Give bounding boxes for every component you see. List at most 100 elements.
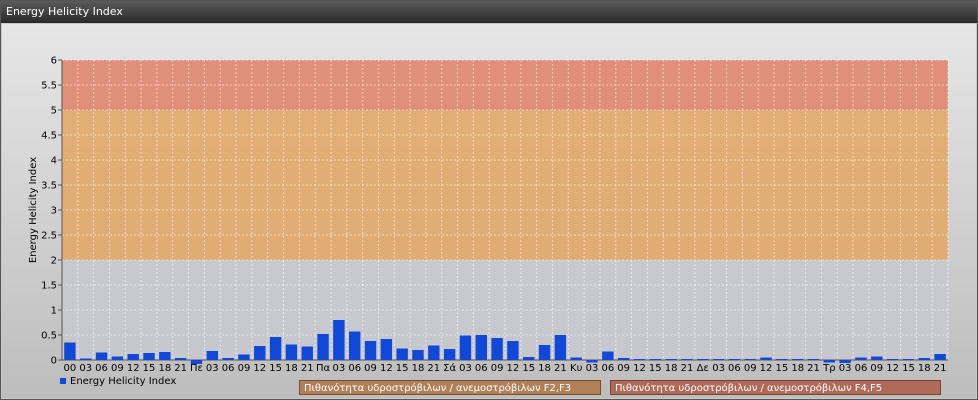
y-tick-label: 0.5 [41,331,57,342]
x-tick-label: 15 [269,363,282,374]
bar [111,356,124,360]
y-tick-label: 4 [51,156,57,167]
x-tick-label: 15 [522,363,535,374]
x-tick-label: Πε [190,363,203,374]
x-tick-label: 21 [934,363,947,374]
bar [269,337,282,360]
bar [428,345,440,360]
legend-series-label: Energy Helicity Index [70,376,177,387]
x-tick-label: 06 [601,363,614,374]
y-tick-label: 0 [51,356,57,367]
x-tick-label: 03 [333,363,346,374]
bar [459,335,472,360]
x-tick-label: 12 [127,363,140,374]
x-tick-label: 12 [380,363,393,374]
bar [617,358,630,360]
bar [523,357,535,360]
x-tick-label: 18 [791,363,804,374]
x-tick-label: 09 [238,363,251,374]
x-tick-label: 09 [111,363,124,374]
x-tick-label: 12 [760,363,773,374]
x-tick-label: 03 [712,363,725,374]
bar [475,335,487,360]
bar [681,359,693,360]
x-tick-label: 06 [728,363,741,374]
bar [712,359,725,360]
bar [285,344,298,360]
bar [697,359,709,360]
bar [80,358,92,360]
x-tick-label: 18 [285,363,298,374]
bar [491,338,503,360]
x-tick-label: 00 [64,363,77,374]
x-tick-label: 18 [918,363,931,374]
bar [396,348,408,360]
y-tick-label: 3 [51,206,57,217]
bar [855,357,867,360]
x-tick-label: 18 [665,363,678,374]
y-tick-label: 5 [51,106,57,117]
bar [254,346,266,360]
chart-svg: 0 0.5 1 1.5 2 2.5 3 3.5 4 4.5 5 5.5 6 Energy Helicity… [28,56,949,374]
x-tick-label: 12 [633,363,646,374]
bar [364,341,377,360]
bar [333,320,345,360]
bar [602,351,614,360]
bar [222,358,234,360]
x-tick-label: 15 [776,363,789,374]
x-tick-label: 12 [886,363,899,374]
bar [95,352,108,360]
x-tick-label: 21 [427,363,440,374]
bar [507,341,519,360]
x-tick-label: 15 [649,363,662,374]
bar [902,359,915,360]
y-tick-label: 2 [51,256,57,267]
x-tick-label: 15 [143,363,156,374]
legend-band-f4f5[interactable]: Πιθανότητα υδροστρόβιλων / ανεμοστρόβιλω… [610,380,941,395]
bar [728,359,741,360]
bar [301,346,313,360]
y-tick-label: 6 [51,56,57,67]
y-tick-label: 2.5 [41,231,57,242]
bar [665,359,677,360]
x-tick-label: 21 [301,363,314,374]
bar [349,331,361,360]
x-tick-label: 03 [586,363,599,374]
bar [649,359,661,360]
bar [412,350,424,360]
x-tick-label: 06 [855,363,868,374]
bar [127,354,139,360]
x-tick-label: 18 [412,363,425,374]
y-tick-label: 1 [51,306,57,317]
x-tick-label: 06 [95,363,108,374]
bar [871,356,883,360]
bar [744,359,756,360]
bar [918,358,930,360]
bar [206,351,218,360]
x-tick-label: 18 [538,363,551,374]
x-tick-label: Τρ [822,363,835,374]
legend-series-item[interactable]: Energy Helicity Index [60,376,176,388]
x-tick-label: 03 [206,363,219,374]
bar [886,359,899,360]
bar [174,358,187,360]
x-tick-label: 09 [870,363,883,374]
x-tick-label: 06 [475,363,488,374]
x-tick-label: 12 [253,363,266,374]
bar [443,349,456,360]
x-tick-label: 21 [681,363,694,374]
x-tick-label: 09 [617,363,630,374]
legend-band-f2f3[interactable]: Πιθανότητα υδροστρόβιλων / ανεμοστρόβιλω… [299,380,601,395]
bar [776,359,788,360]
bar [760,357,772,360]
bar [554,335,567,360]
x-tick-label: 15 [902,363,915,374]
x-tick-label: 18 [158,363,171,374]
x-tick-label: 06 [348,363,361,374]
x-tick-label: 09 [364,363,377,374]
x-tick-label: Κυ [570,363,583,374]
x-tick-label: 21 [174,363,187,374]
bar [538,345,551,360]
bar [159,352,171,360]
x-tick-label: 21 [554,363,567,374]
